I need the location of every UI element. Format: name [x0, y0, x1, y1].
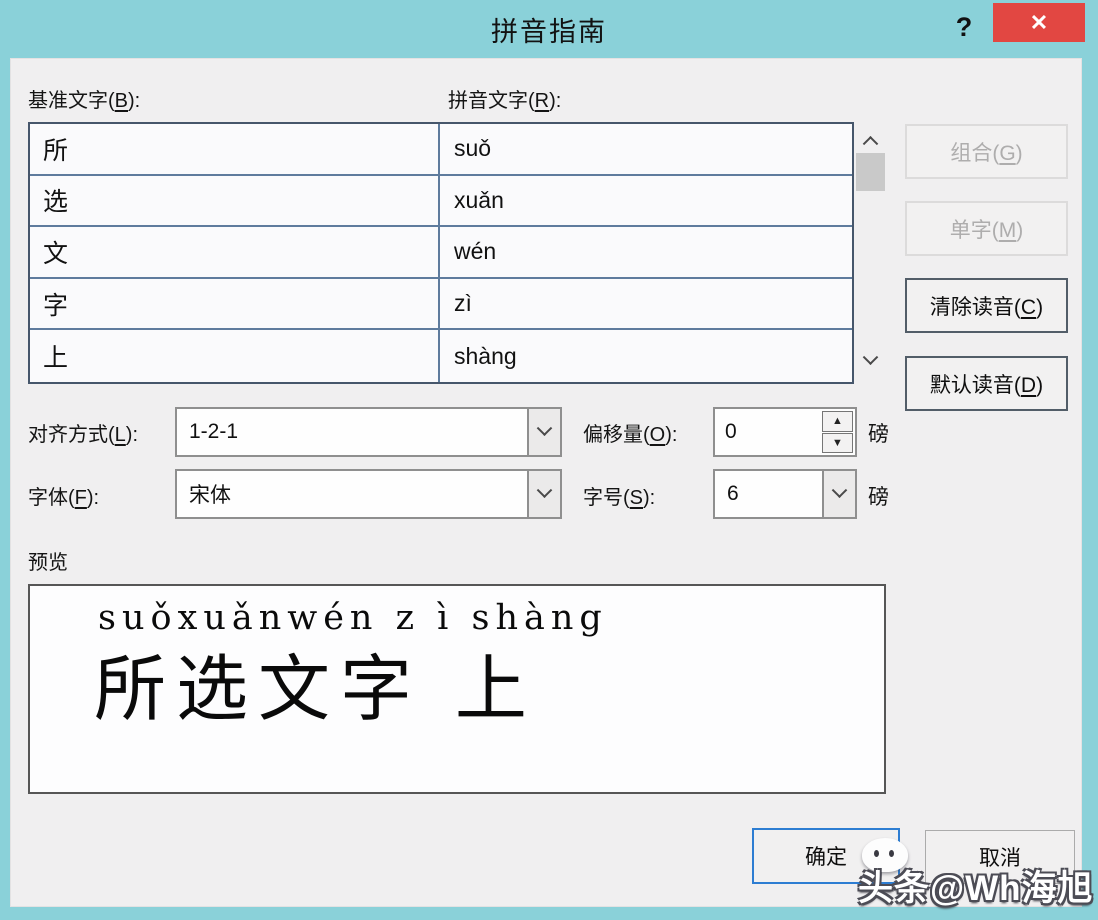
preview-label: 预览 [28, 546, 68, 575]
ruby-table: 所 suǒ 选 xuǎn 文 wén 字 zì 上 shàng [28, 122, 854, 384]
offset-unit-label: 磅 [868, 418, 889, 448]
chevron-up-icon [862, 135, 878, 151]
table-row: 所 suǒ [30, 124, 852, 176]
base-cell[interactable]: 选 [30, 176, 440, 226]
ruby-text-label: 拼音文字(R): [448, 84, 561, 113]
watermark-text: 头条@Wh海旭 [858, 860, 1094, 911]
preview-hanzi-text: 所选文字 上 [94, 630, 537, 735]
ruby-cell[interactable]: zì [442, 279, 852, 329]
default-reading-button[interactable]: 默认读音(D) [905, 356, 1068, 411]
spin-down-button[interactable]: ▼ [822, 433, 853, 454]
combine-button[interactable]: 组合(G) [905, 124, 1068, 179]
table-row: 上 shàng [30, 330, 852, 382]
dialog-body: 基准文字(B): 拼音文字(R): 所 suǒ 选 xuǎn 文 wén 字 z… [10, 58, 1082, 907]
triangle-up-icon: ▲ [832, 415, 843, 427]
base-cell[interactable]: 所 [30, 124, 440, 174]
offset-spin-buttons: ▲ ▼ [822, 411, 853, 453]
size-combobox[interactable]: 6 [713, 469, 857, 519]
alignment-label: 对齐方式(L): [28, 418, 138, 447]
font-value: 宋体 [189, 479, 231, 509]
phonetic-guide-window: 拼音指南 ? ✕ 基准文字(B): 拼音文字(R): 所 suǒ 选 xuǎn … [0, 0, 1098, 920]
size-value: 6 [727, 482, 739, 506]
table-row: 文 wén [30, 227, 852, 279]
base-cell[interactable]: 字 [30, 279, 440, 329]
base-cell[interactable]: 文 [30, 227, 440, 277]
scrollbar-thumb[interactable] [856, 153, 885, 191]
ruby-cell[interactable]: wén [442, 227, 852, 277]
alignment-dropdown-button[interactable] [527, 409, 560, 455]
font-dropdown-button[interactable] [527, 471, 560, 517]
offset-spinner[interactable]: 0 ▲ ▼ [713, 407, 857, 457]
ruby-cell[interactable]: shàng [442, 330, 852, 382]
single-char-button[interactable]: 单字(M) [905, 201, 1068, 256]
help-button[interactable]: ? [944, 6, 984, 48]
chevron-down-icon [832, 482, 848, 498]
titlebar: 拼音指南 ? ✕ [0, 0, 1098, 58]
clear-reading-button[interactable]: 清除读音(C) [905, 278, 1068, 333]
spin-up-button[interactable]: ▲ [822, 411, 853, 432]
ruby-cell[interactable]: xuǎn [442, 176, 852, 226]
close-button[interactable]: ✕ [993, 3, 1085, 42]
base-cell[interactable]: 上 [30, 330, 440, 382]
chevron-down-icon [862, 349, 878, 365]
table-row: 选 xuǎn [30, 176, 852, 228]
size-label: 字号(S): [583, 481, 655, 510]
triangle-down-icon: ▼ [832, 437, 843, 449]
offset-value: 0 [725, 420, 737, 444]
ruby-cell[interactable]: suǒ [442, 124, 852, 174]
chevron-down-icon [537, 420, 553, 436]
table-row: 字 zì [30, 279, 852, 331]
size-unit-label: 磅 [868, 481, 889, 511]
scroll-down-button[interactable] [855, 350, 885, 372]
chevron-down-icon [537, 482, 553, 498]
font-label: 字体(F): [28, 481, 99, 510]
dialog-title: 拼音指南 [0, 0, 1098, 58]
help-icon: ? [956, 12, 973, 43]
offset-label: 偏移量(O): [583, 418, 677, 447]
alignment-value: 1-2-1 [189, 420, 238, 444]
alignment-combobox[interactable]: 1-2-1 [175, 407, 562, 457]
preview-box: suǒxuǎnwén z ì shàng 所选文字 上 [28, 584, 886, 794]
close-icon: ✕ [1030, 10, 1048, 36]
font-combobox[interactable]: 宋体 [175, 469, 562, 519]
scroll-up-button[interactable] [855, 128, 885, 150]
base-text-label: 基准文字(B): [28, 84, 140, 113]
size-dropdown-button[interactable] [822, 471, 855, 517]
